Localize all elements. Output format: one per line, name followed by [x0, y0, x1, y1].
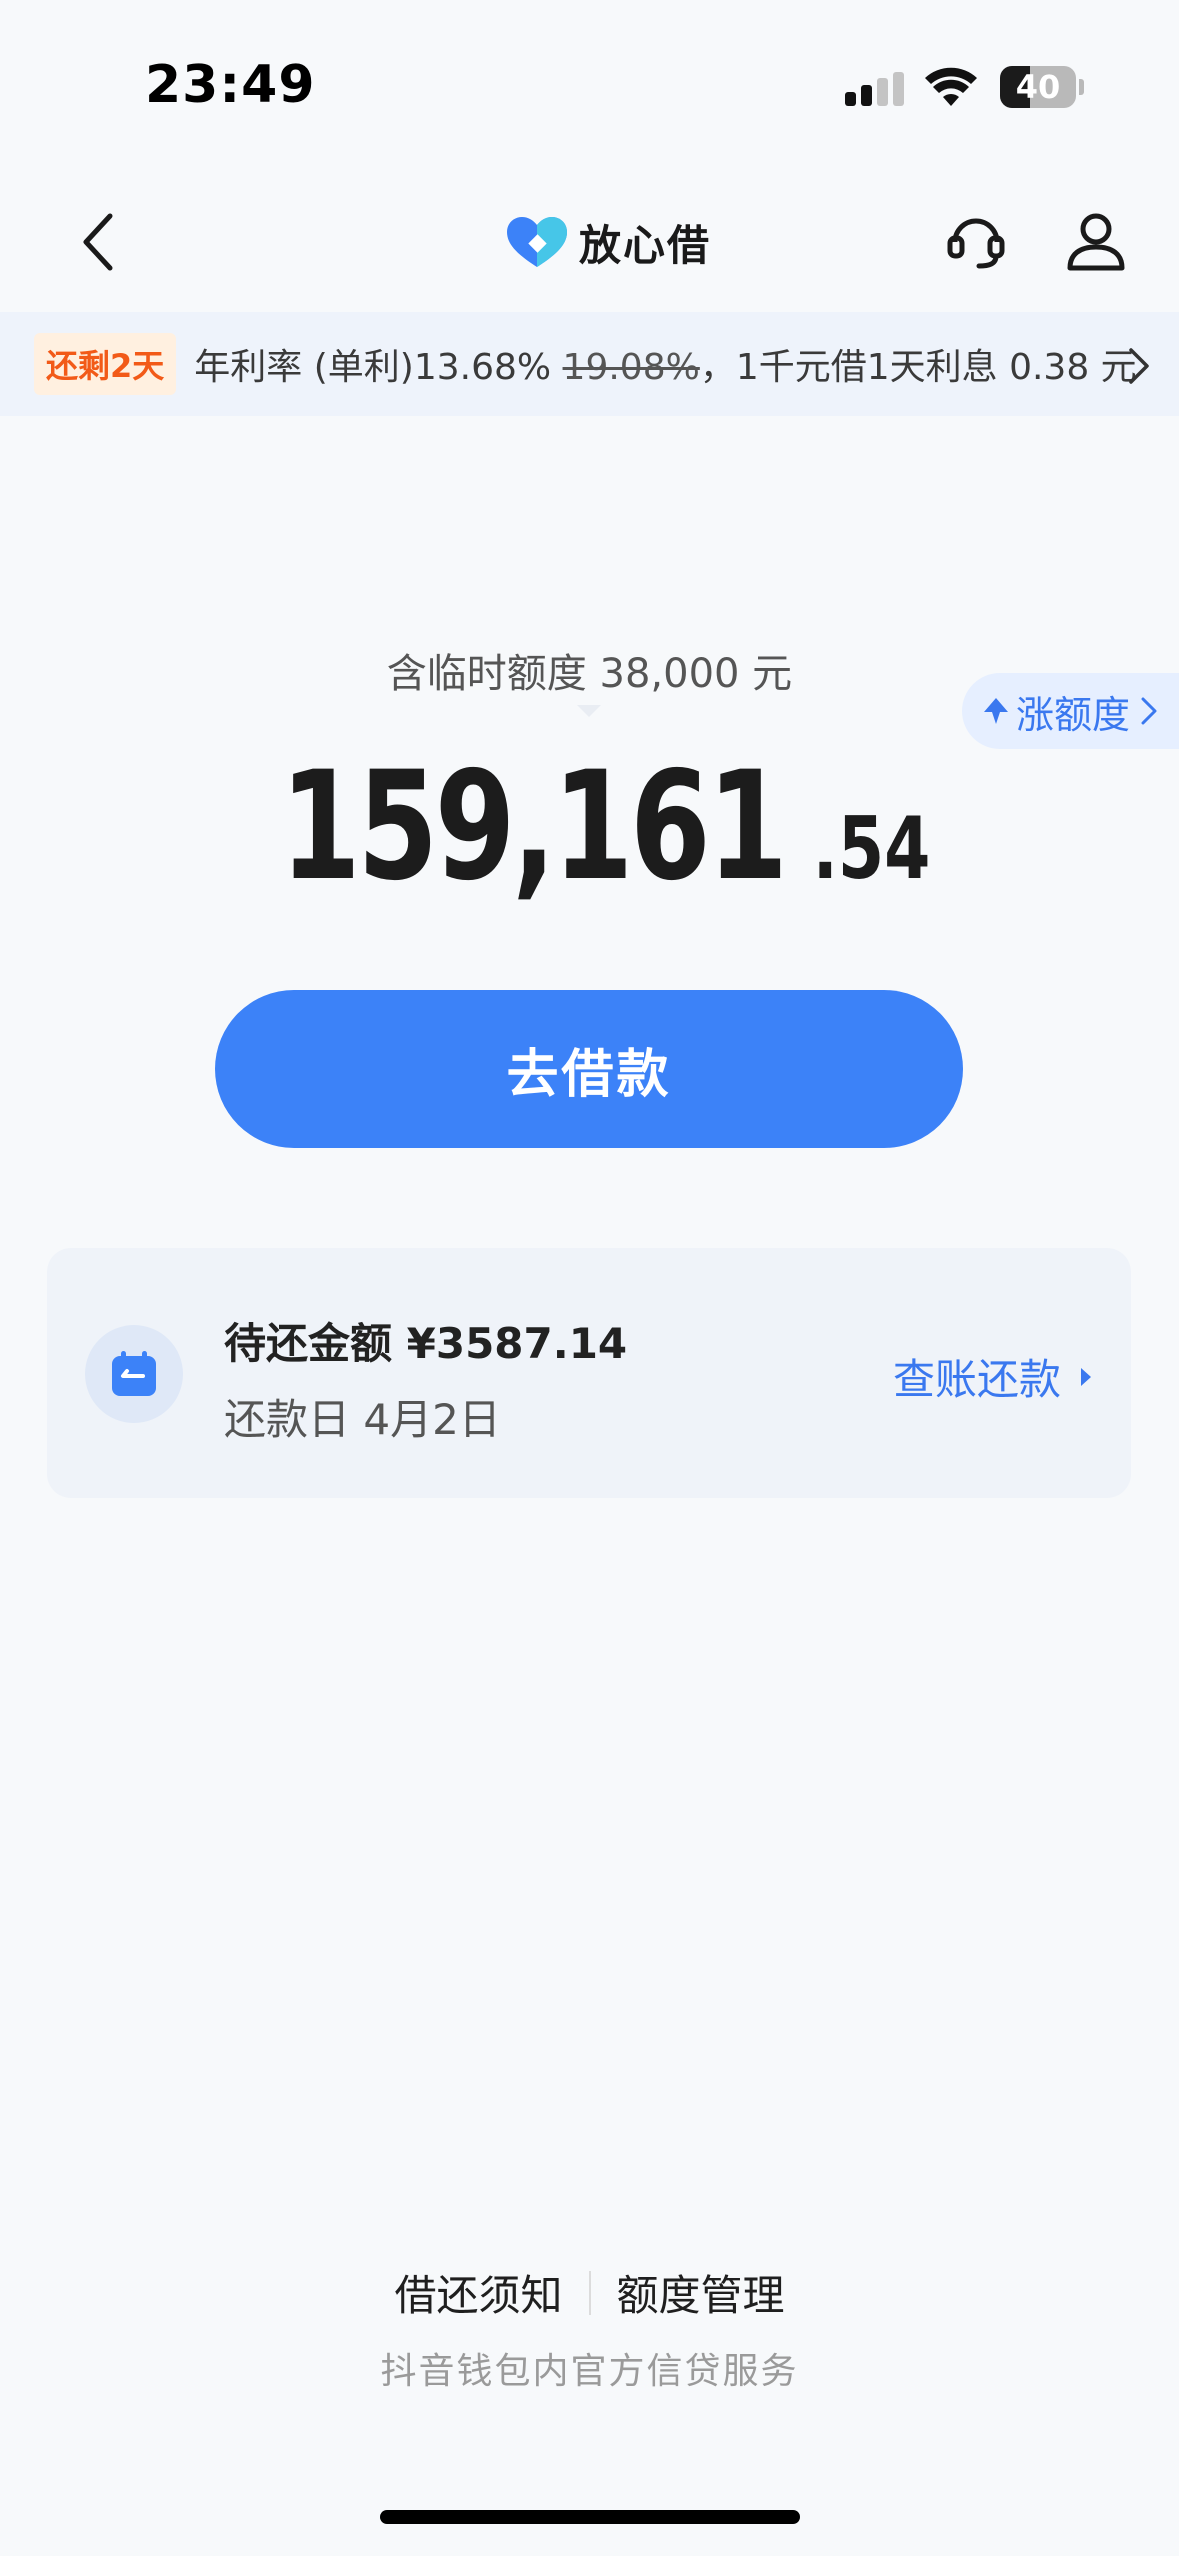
- user-icon[interactable]: [1065, 210, 1127, 272]
- battery-cap: [1079, 79, 1084, 95]
- available-amount: 159,161.54: [0, 740, 1179, 914]
- arrow-up-icon: [984, 698, 1008, 724]
- chevron-right-icon: [1141, 697, 1157, 725]
- app-screen: 23:49 40 放心借 还剩2天 年利率 (单利)13.68% 19.08%，…: [0, 0, 1179, 2556]
- repayment-due-date: 还款日 4月2日: [224, 1395, 501, 1444]
- nav-bar: 放心借: [0, 180, 1179, 300]
- promo-interest: ，1千元借1天利息 0.38 元: [699, 347, 1137, 388]
- calendar-icon: [112, 1351, 156, 1396]
- amount-integer: 159,161: [279, 740, 788, 914]
- cellular-signal-icon: [845, 72, 904, 106]
- home-indicator[interactable]: [380, 2510, 800, 2524]
- raise-limit-button[interactable]: 涨额度: [962, 673, 1179, 749]
- app-title: 放心借: [579, 220, 712, 270]
- heart-logo-icon: [507, 217, 567, 267]
- footer-note: 抖音钱包内官方信贷服务: [380, 2351, 799, 2392]
- promo-rate: 年利率 (单利)13.68%: [194, 347, 552, 388]
- footer-link-limit-management[interactable]: 额度管理: [617, 2262, 785, 2323]
- chevron-right-icon: [1129, 348, 1149, 384]
- app-logo: 放心借: [505, 212, 711, 272]
- repayment-amount: 待还金额 ¥3587.14: [224, 1319, 628, 1368]
- headset-icon[interactable]: [945, 210, 1007, 272]
- triangle-right-icon: [1081, 1367, 1091, 1386]
- promo-banner[interactable]: 还剩2天 年利率 (单利)13.68% 19.08%，1千元借1天利息 0.38…: [0, 312, 1179, 416]
- status-time: 23:49: [145, 55, 316, 115]
- promo-text: 年利率 (单利)13.68% 19.08%，1千元借1天利息 0.38 元: [194, 338, 1136, 390]
- promo-countdown-badge: 还剩2天: [34, 333, 177, 395]
- temp-limit-bubble: 含临时额度 38,000 元: [365, 635, 814, 717]
- footer-divider: [588, 2270, 591, 2315]
- status-bar: 23:49 40: [0, 0, 1179, 170]
- back-icon[interactable]: [72, 210, 128, 274]
- temp-limit-text: 含临时额度 38,000 元: [386, 651, 793, 697]
- borrow-button[interactable]: 去借款: [215, 990, 963, 1148]
- raise-limit-label: 涨额度: [1016, 692, 1131, 737]
- footer-link-notice[interactable]: 借还须知: [394, 2262, 562, 2323]
- wifi-icon: [925, 67, 977, 106]
- footer-links: 借还须知 额度管理: [0, 2262, 1179, 2323]
- battery-icon: 40: [1000, 66, 1076, 108]
- amount-decimal: .54: [812, 799, 931, 899]
- battery-level: 40: [1015, 68, 1061, 106]
- repayment-icon-wrap: [85, 1325, 183, 1423]
- repayment-card[interactable]: 待还金额 ¥3587.14 还款日 4月2日 查账还款: [47, 1248, 1131, 1498]
- view-bill-repay-link[interactable]: 查账还款: [893, 1346, 1093, 1407]
- view-bill-repay-label: 查账还款: [892, 1355, 1061, 1404]
- promo-old-rate: 19.08%: [562, 347, 700, 388]
- bubble-tail: [577, 705, 602, 717]
